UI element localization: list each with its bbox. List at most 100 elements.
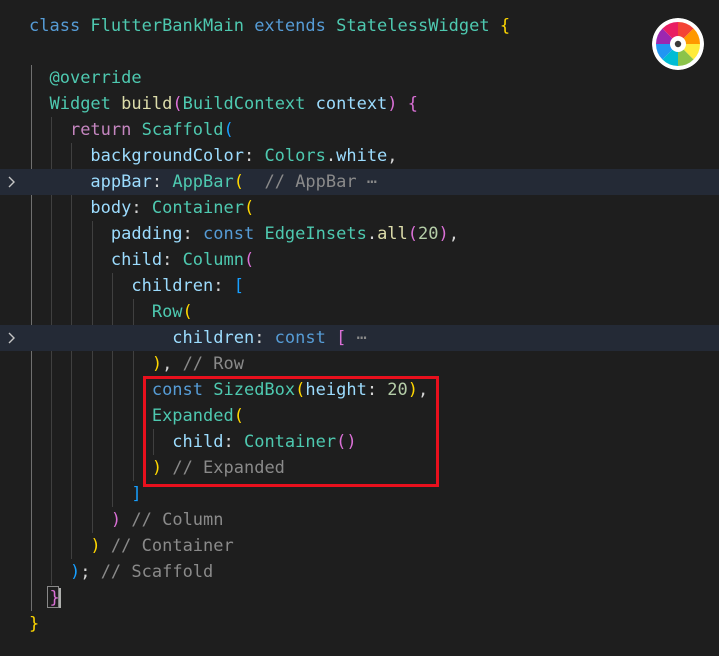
code-token: ( bbox=[407, 224, 419, 244]
code-token: } bbox=[29, 614, 40, 634]
code-token: ( bbox=[172, 94, 183, 114]
code-text: body: Container( bbox=[29, 195, 254, 221]
code-token: const bbox=[203, 224, 265, 244]
code-token: , bbox=[448, 224, 460, 244]
code-line[interactable]: class FlutterBankMain extends StatelessW… bbox=[0, 13, 719, 39]
code-line[interactable]: ), // Row bbox=[0, 351, 719, 377]
code-text: ) // Container bbox=[29, 533, 234, 559]
code-token: ) bbox=[90, 536, 101, 556]
code-line[interactable]: children: [ bbox=[0, 273, 719, 299]
code-line[interactable]: child: Column( bbox=[0, 247, 719, 273]
code-line[interactable]: Widget build(BuildContext context) { bbox=[0, 91, 719, 117]
code-token: : bbox=[213, 276, 234, 296]
code-token: Colors bbox=[264, 146, 326, 166]
code-token: @override bbox=[49, 68, 142, 88]
code-token: ( bbox=[243, 250, 255, 270]
code-token: : bbox=[151, 172, 173, 192]
code-text: @override bbox=[29, 65, 142, 91]
code-token: Row bbox=[151, 302, 183, 322]
code-line[interactable]: ) // Column bbox=[0, 507, 719, 533]
code-text: ), // Row bbox=[29, 351, 244, 377]
code-text: children: const [ ⋯ bbox=[29, 325, 367, 351]
code-line[interactable]: return Scaffold( bbox=[0, 117, 719, 143]
code-token: . bbox=[366, 224, 378, 244]
code-token: [ bbox=[233, 276, 244, 296]
code-line[interactable]: } bbox=[0, 585, 719, 611]
code-token: ( bbox=[223, 120, 234, 140]
code-text: child: Column( bbox=[29, 247, 254, 273]
code-token: class bbox=[29, 16, 91, 36]
code-token: ) bbox=[110, 510, 122, 530]
highlight-box bbox=[143, 376, 439, 487]
chevron-right-icon[interactable] bbox=[5, 169, 19, 195]
code-line[interactable] bbox=[0, 39, 719, 65]
code-line[interactable]: appBar: AppBar( // AppBar ⋯ bbox=[0, 169, 719, 195]
code-line[interactable]: Row( bbox=[0, 299, 719, 325]
code-text: return Scaffold( bbox=[29, 117, 234, 143]
code-token: white bbox=[336, 146, 388, 166]
code-token: all bbox=[377, 224, 408, 244]
code-token: StatelessWidget bbox=[336, 16, 500, 36]
color-wheel-icon[interactable] bbox=[652, 18, 704, 70]
code-text: class FlutterBankMain extends StatelessW… bbox=[29, 13, 510, 39]
code-token: : bbox=[243, 146, 265, 166]
code-token: ) bbox=[151, 354, 163, 374]
code-token: backgroundColor bbox=[90, 146, 244, 166]
code-token: : bbox=[182, 224, 204, 244]
code-editor[interactable]: class FlutterBankMain extends StatelessW… bbox=[0, 0, 719, 656]
code-token: ( bbox=[182, 302, 193, 322]
code-token: // Container bbox=[110, 536, 234, 556]
code-line[interactable]: ); // Scaffold bbox=[0, 559, 719, 585]
code-line[interactable]: ) // Container bbox=[0, 533, 719, 559]
code-token: child bbox=[110, 250, 163, 270]
code-text: children: [ bbox=[29, 273, 244, 299]
chevron-right-icon[interactable] bbox=[5, 325, 19, 351]
code-token: children bbox=[172, 328, 255, 348]
code-token: // Scaffold bbox=[100, 562, 214, 582]
bracket-match-highlight bbox=[47, 586, 59, 608]
code-text: padding: const EdgeInsets.all(20), bbox=[29, 221, 459, 247]
code-token: ⋯ bbox=[346, 328, 367, 348]
code-token: ) bbox=[387, 94, 398, 114]
code-text: backgroundColor: Colors.white, bbox=[29, 143, 397, 169]
code-line[interactable]: padding: const EdgeInsets.all(20), bbox=[0, 221, 719, 247]
code-line[interactable]: @override bbox=[0, 65, 719, 91]
text-cursor bbox=[59, 588, 61, 608]
code-token: body bbox=[90, 198, 132, 218]
code-token: Container bbox=[151, 198, 244, 218]
code-token: ) bbox=[69, 562, 81, 582]
code-line[interactable]: body: Container( bbox=[0, 195, 719, 221]
code-text: appBar: AppBar( // AppBar ⋯ bbox=[29, 169, 377, 195]
code-token: : bbox=[162, 250, 183, 270]
code-text: ] bbox=[29, 481, 141, 507]
code-token: 20 bbox=[418, 224, 439, 244]
code-line[interactable]: children: const [ ⋯ bbox=[0, 325, 719, 351]
code-token: : bbox=[254, 328, 275, 348]
code-token: appBar bbox=[90, 172, 152, 192]
code-token: ( bbox=[243, 198, 255, 218]
code-token: ⋯ bbox=[356, 172, 378, 192]
code-token: build bbox=[121, 94, 173, 114]
code-token: extends bbox=[254, 16, 337, 36]
code-line[interactable]: backgroundColor: Colors.white, bbox=[0, 143, 719, 169]
code-token: BuildContext bbox=[182, 94, 316, 114]
code-line[interactable]: } bbox=[0, 611, 719, 637]
code-token: padding bbox=[110, 224, 183, 244]
code-token: FlutterBankMain bbox=[90, 16, 255, 36]
code-token: AppBar bbox=[172, 172, 234, 192]
